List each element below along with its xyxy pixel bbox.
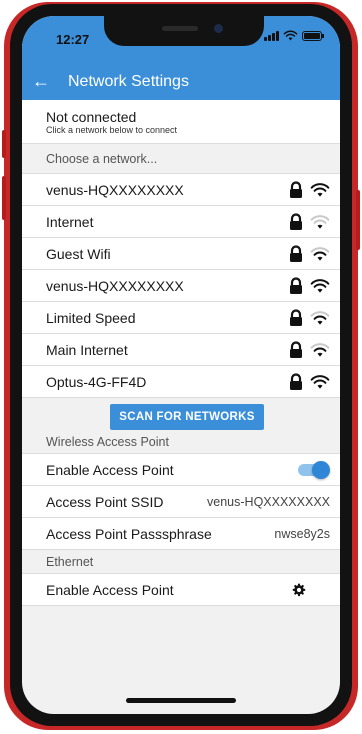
speaker	[162, 26, 198, 31]
network-row[interactable]: Optus-4G-FF4D	[22, 366, 340, 398]
network-ssid: Internet	[46, 213, 94, 230]
network-icons	[288, 340, 330, 359]
access-point-toggle[interactable]	[296, 460, 330, 479]
network-ssid: Main Internet	[46, 341, 128, 358]
home-indicator[interactable]	[126, 698, 236, 703]
network-row[interactable]: Limited Speed	[22, 302, 340, 334]
network-ssid: Guest Wifi	[46, 245, 111, 262]
access-point-passphrase-value: nwse8y2s	[274, 526, 330, 541]
battery-icon	[302, 30, 324, 41]
status-icons	[264, 30, 324, 41]
scan-area: SCAN FOR NETWORKS	[22, 398, 340, 430]
network-icons	[288, 308, 330, 327]
access-point-ssid-value: venus-HQXXXXXXXX	[207, 494, 330, 509]
network-row[interactable]: venus-HQXXXXXXXX	[22, 270, 340, 302]
network-icons	[288, 276, 330, 295]
cellular-signal-icon	[264, 30, 279, 41]
network-ssid: venus-HQXXXXXXXX	[46, 277, 184, 294]
lock-icon	[290, 244, 302, 262]
network-ssid: Limited Speed	[46, 309, 136, 326]
camera	[214, 24, 223, 33]
wifi-signal-icon	[310, 310, 330, 325]
network-list: venus-HQXXXXXXXX Internet Guest Wifi venus-…	[22, 174, 340, 398]
network-row[interactable]: venus-HQXXXXXXXX	[22, 174, 340, 206]
enable-access-point-row[interactable]: Enable Access Point	[22, 454, 340, 486]
gear-icon[interactable]	[292, 583, 306, 597]
network-ssid: venus-HQXXXXXXXX	[46, 181, 184, 198]
connection-status: Not connected Click a network below to c…	[22, 100, 340, 144]
connection-hint: Click a network below to connect	[46, 125, 178, 135]
network-icons	[288, 212, 330, 231]
wifi-signal-icon	[310, 182, 330, 197]
lock-icon	[290, 212, 302, 230]
arrow-left-icon[interactable]: ←	[32, 72, 50, 90]
phone-side-button	[2, 130, 6, 158]
access-point-ssid-label: Access Point SSID	[46, 493, 164, 510]
network-row[interactable]: Internet	[22, 206, 340, 238]
access-point-section-label: Wireless Access Point	[22, 430, 340, 454]
connection-status-text: Not connected	[46, 109, 137, 125]
lock-icon	[290, 372, 302, 390]
access-point-passphrase-row[interactable]: Access Point Passsphrase nwse8y2s	[22, 518, 340, 550]
wifi-status-icon	[283, 30, 298, 41]
wifi-signal-icon	[310, 374, 330, 389]
network-icons	[288, 180, 330, 199]
ethernet-section-label: Ethernet	[22, 550, 340, 574]
notch	[104, 16, 264, 46]
access-point-passphrase-label: Access Point Passsphrase	[46, 525, 212, 542]
network-icons	[288, 372, 330, 391]
wifi-signal-icon	[310, 246, 330, 261]
network-row[interactable]: Main Internet	[22, 334, 340, 366]
app-screen: 12:27 ← Network Settings Not connected C…	[22, 16, 340, 714]
wifi-signal-icon	[310, 342, 330, 357]
status-time: 12:27	[56, 32, 90, 47]
wifi-signal-icon	[310, 214, 330, 229]
lock-icon	[290, 276, 302, 294]
network-ssid: Optus-4G-FF4D	[46, 373, 147, 390]
lock-icon	[290, 340, 302, 358]
phone-side-button	[2, 176, 6, 220]
ethernet-enable-row[interactable]: Enable Access Point	[22, 574, 340, 606]
scan-networks-button[interactable]: SCAN FOR NETWORKS	[110, 404, 264, 430]
wifi-signal-icon	[310, 278, 330, 293]
phone-side-button	[356, 190, 360, 250]
network-row[interactable]: Guest Wifi	[22, 238, 340, 270]
settings-content: Not connected Click a network below to c…	[22, 100, 340, 606]
enable-access-point-label: Enable Access Point	[46, 461, 174, 478]
network-icons	[288, 244, 330, 263]
ethernet-enable-label: Enable Access Point	[46, 581, 174, 598]
page-title: Network Settings	[68, 73, 189, 90]
network-section-label: Choose a network...	[22, 144, 340, 174]
lock-icon	[290, 180, 302, 198]
lock-icon	[290, 308, 302, 326]
access-point-ssid-row[interactable]: Access Point SSID venus-HQXXXXXXXX	[22, 486, 340, 518]
